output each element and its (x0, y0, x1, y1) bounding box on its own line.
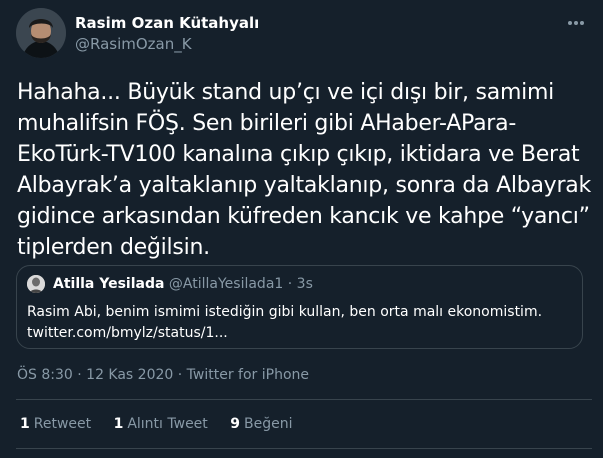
meta-separator: · (77, 367, 82, 383)
likes-label: Beğeni (244, 416, 293, 432)
quoted-author-handle: @AtillaYesilada1 (168, 276, 284, 292)
quotes-count: 1 (113, 416, 124, 432)
divider (16, 448, 592, 449)
quoted-separator: · (287, 276, 293, 292)
author-handle[interactable]: @RasimOzan_K (75, 35, 192, 53)
quoted-tweet-text: Rasim Abi, benim ismimi istediğin gibi k… (27, 302, 572, 344)
quoted-time: 3s (296, 276, 313, 292)
meta-separator: · (177, 367, 183, 383)
divider (16, 399, 592, 400)
quoted-author-name: Atilla Yesilada (53, 276, 165, 292)
author-name[interactable]: Rasim Ozan Kütahyalı (75, 14, 259, 32)
quotes-label: Alıntı Tweet (127, 416, 208, 432)
author-avatar[interactable] (16, 8, 66, 58)
tweet-date[interactable]: 12 Kas 2020 (86, 367, 173, 383)
tweet-meta: ÖS 8:30 · 12 Kas 2020 · Twitter for iPho… (17, 367, 309, 383)
quotes-stat[interactable]: 1 Alıntı Tweet (114, 416, 208, 432)
retweets-stat[interactable]: 1 Retweet (20, 416, 91, 432)
tweet-source[interactable]: Twitter for iPhone (187, 367, 309, 383)
tweet-stats: 1 Retweet 1 Alıntı Tweet 9 Beğeni (20, 416, 310, 432)
quoted-tweet[interactable]: Atilla Yesilada @AtillaYesilada1 · 3s Ra… (16, 265, 583, 349)
tweet-time[interactable]: ÖS 8:30 (17, 367, 73, 383)
likes-count: 9 (230, 416, 240, 432)
quoted-link: twitter.com/bmylz/status/1... (27, 325, 228, 341)
retweets-count: 1 (20, 416, 30, 432)
quoted-text-line: Rasim Abi, benim ismimi istediğin gibi k… (27, 304, 543, 320)
more-dots-icon[interactable] (565, 14, 587, 26)
tweet-text: Hahaha... Büyük stand up’çı ve içi dışı … (17, 80, 591, 260)
tweet-card: Rasim Ozan Kütahyalı @RasimOzan_K Hahaha… (0, 0, 603, 458)
quoted-author-avatar (27, 275, 45, 293)
likes-stat[interactable]: 9 Beğeni (230, 416, 292, 432)
quoted-tweet-header: Atilla Yesilada @AtillaYesilada1 · 3s (53, 276, 313, 292)
retweets-label: Retweet (33, 416, 92, 432)
